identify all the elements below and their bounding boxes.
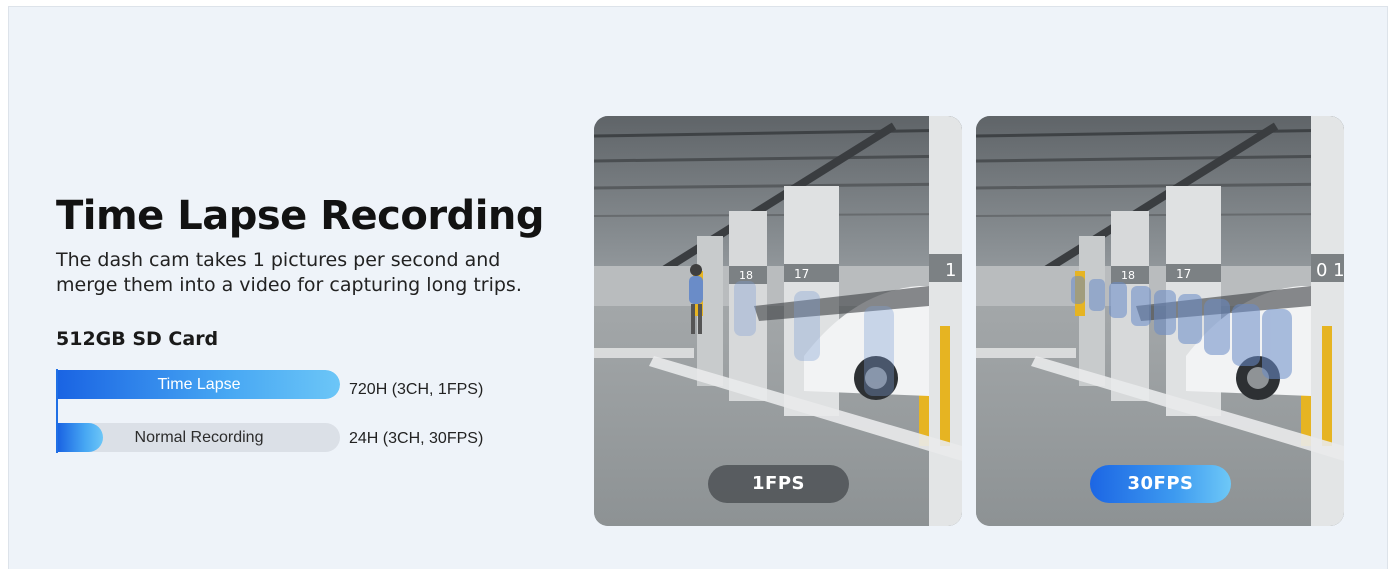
feature-panel: Time Lapse Recording The dash cam takes … [8, 6, 1388, 569]
pillar-number-1: 1 [945, 260, 956, 281]
bar-time-lapse-value: 720H (3CH, 1FPS) [349, 381, 484, 398]
pillar-number-18: 18 [739, 269, 753, 282]
bar-normal-recording-value: 24H (3CH, 30FPS) [349, 430, 484, 447]
bar-normal-recording: Normal Recording [58, 423, 340, 452]
fps-badge-1fps: 1FPS [708, 465, 849, 503]
pillar-number-01: 0 1 [1316, 260, 1344, 281]
feature-description: The dash cam takes 1 pictures per second… [56, 249, 522, 296]
bar-time-lapse: Time Lapse [58, 370, 340, 399]
fps-badge-30fps: 30FPS [1090, 465, 1231, 503]
bar-normal-recording-label: Normal Recording [134, 429, 264, 446]
pillar-number-17: 17 [794, 267, 809, 281]
bar-time-lapse-label: Time Lapse [157, 376, 241, 393]
page-title: Time Lapse Recording [56, 193, 545, 239]
pillar-number-17: 17 [1176, 267, 1191, 281]
pillar-number-18: 18 [1121, 269, 1135, 282]
storage-card-label: 512GB SD Card [56, 328, 219, 350]
